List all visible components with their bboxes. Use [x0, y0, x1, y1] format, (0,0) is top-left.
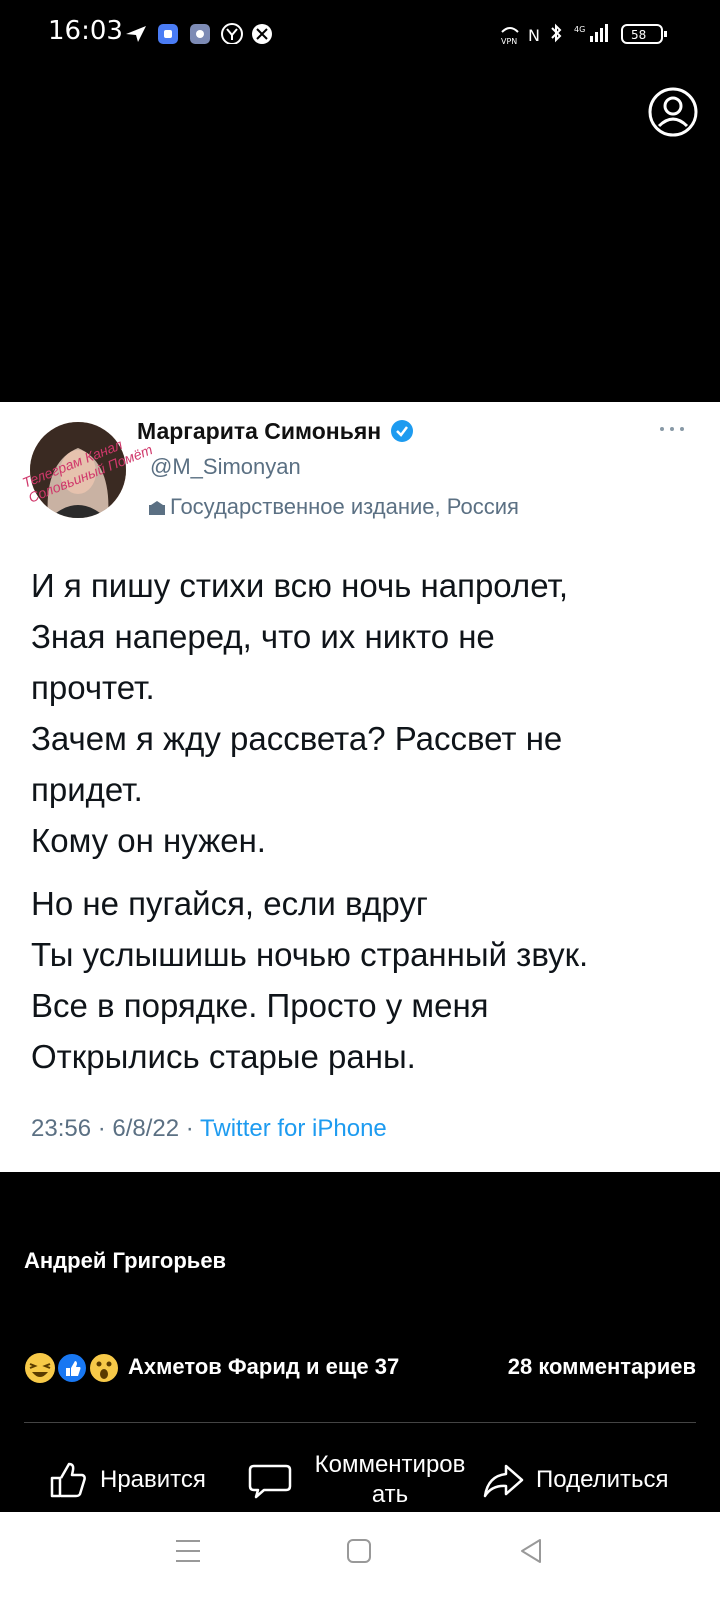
- vpn-icon: [501, 27, 519, 33]
- signal-icon: [590, 36, 593, 42]
- tweet-line: Зачем я жду рассвета? Рассвет не: [31, 720, 563, 757]
- author-name[interactable]: Маргарита Симоньян: [137, 418, 414, 445]
- status-app-icons: [126, 23, 272, 44]
- state-media-icon: [149, 501, 165, 515]
- comments-count[interactable]: 28 комментариев: [508, 1354, 696, 1380]
- share-icon: [483, 1464, 524, 1498]
- share-label: Поделиться: [536, 1466, 669, 1493]
- like-label: Нравится: [100, 1466, 206, 1493]
- tweet-source[interactable]: Twitter for iPhone: [200, 1115, 387, 1142]
- status-system-icons: VPN N 4G 58: [501, 23, 667, 44]
- tweet-line: придет.: [31, 771, 143, 808]
- back-nav-icon[interactable]: [518, 1538, 544, 1564]
- tweet-time: 23:56: [31, 1115, 92, 1142]
- bluetooth-icon: [551, 23, 562, 43]
- haha-reaction-icon: [25, 1353, 55, 1383]
- thumbs-up-icon: [50, 1462, 86, 1498]
- tweet-date: 6/8/22: [112, 1115, 180, 1142]
- state-media-label: Государственное издание, Россия: [170, 494, 519, 519]
- poster-name[interactable]: Андрей Григорьев: [24, 1248, 226, 1274]
- svg-text:4G: 4G: [574, 25, 585, 34]
- share-button[interactable]: Поделиться: [482, 1444, 669, 1516]
- tweet-line: Ты услышишь ночью странный звук.: [31, 936, 589, 973]
- svg-text:VPN: VPN: [501, 37, 517, 44]
- tweet-line: прочтет.: [31, 669, 155, 706]
- svg-text:58: 58: [631, 28, 646, 42]
- status-time: 16:03: [48, 16, 123, 46]
- like-button[interactable]: Нравится: [48, 1444, 206, 1516]
- verified-badge-icon: [390, 420, 413, 442]
- profile-icon[interactable]: [647, 86, 699, 138]
- comment-button[interactable]: Комментиров ать: [248, 1444, 476, 1516]
- tweet-meta: 23:56 · 6/8/22 · Twitter for iPhone: [31, 1115, 387, 1142]
- author-handle[interactable]: @M_Simonyan: [150, 454, 301, 480]
- comment-icon: [248, 1464, 292, 1499]
- more-options-icon[interactable]: [658, 424, 688, 434]
- tweet-line: И я пишу стихи всю ночь напролет,: [31, 567, 569, 604]
- menu-nav-icon[interactable]: [174, 1538, 202, 1564]
- telegram-icon: [126, 26, 146, 42]
- nfc-icon: N: [528, 26, 540, 44]
- reaction-icons[interactable]: [24, 1350, 124, 1386]
- divider: [24, 1422, 696, 1423]
- home-nav-icon[interactable]: [346, 1538, 372, 1564]
- tweet-line: Все в порядке. Просто у меня: [31, 987, 489, 1024]
- tweet-line: Зная наперед, что их никто не: [31, 618, 495, 655]
- reactions-summary[interactable]: Ахметов Фарид и еще 37: [128, 1354, 399, 1380]
- tweet-text: И я пишу стихи всю ночь напролет, Зная н…: [31, 560, 701, 1082]
- comment-label: Комментиров ать: [314, 1451, 466, 1508]
- tweet-line: Кому он нужен.: [31, 822, 266, 859]
- tweet-line: Открылись старые раны.: [31, 1038, 416, 1075]
- tweet-line: Но не пугайся, если вдруг: [31, 885, 428, 922]
